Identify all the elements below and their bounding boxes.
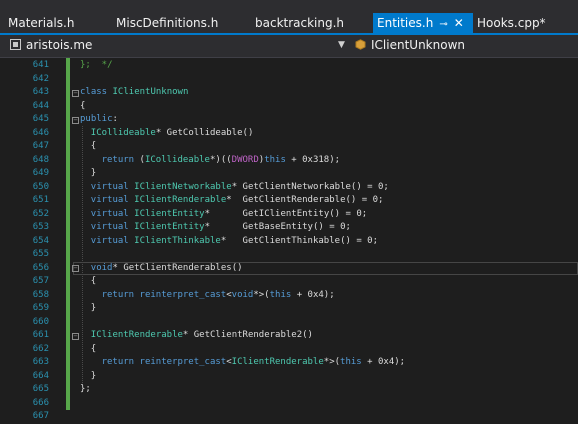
line-number: 646	[32, 127, 49, 138]
code-line[interactable]: {	[91, 140, 96, 154]
line-number: 665	[32, 384, 49, 394]
project-name: aristois.me	[26, 38, 93, 52]
tab-materials-h[interactable]: Materials.h	[8, 13, 74, 33]
code-line[interactable]: public:	[80, 113, 118, 127]
tab-miscdefinitions-h[interactable]: MiscDefinitions.h	[116, 13, 218, 33]
collapse-toggle-icon[interactable]: −	[72, 89, 79, 97]
code-line[interactable]: virtual IClientRenderable* GetClientRend…	[91, 194, 384, 208]
line-number: 644	[32, 100, 49, 111]
tab-label: Hooks.cpp*	[477, 16, 546, 30]
line-number: 642	[32, 73, 49, 84]
navigation-bar: aristois.me ▼ IClientUnknown	[0, 35, 578, 58]
class-icon	[355, 39, 366, 50]
collapse-toggle-icon[interactable]: −	[72, 265, 79, 272]
code-line[interactable]: virtual IClientThinkable* GetClientThink…	[91, 235, 378, 249]
line-number: 657	[32, 276, 49, 286]
line-number: 662	[32, 343, 49, 354]
code-line[interactable]: void* GetClientRenderables()	[91, 262, 243, 276]
line-number: 666	[32, 397, 49, 408]
line-number: 643	[32, 87, 49, 97]
code-line[interactable]: }; */	[80, 59, 113, 73]
line-number: 651	[32, 195, 49, 205]
code-line[interactable]: return (ICollideable*)((DWORD)this + 0x3…	[102, 154, 340, 168]
change-tracking-bar	[66, 58, 70, 410]
code-line[interactable]: IClientRenderable* GetClientRenderable2(…	[91, 329, 313, 343]
pin-icon[interactable]: ⊸	[439, 15, 447, 35]
code-line[interactable]: {	[91, 275, 96, 289]
line-number: 647	[32, 141, 49, 151]
close-icon[interactable]: ✕	[454, 13, 464, 33]
line-number: 658	[32, 289, 49, 300]
line-number: 661	[32, 330, 49, 340]
tab-label: MiscDefinitions.h	[116, 16, 219, 30]
tab-label: Entities.h	[377, 16, 434, 30]
line-number: 641	[32, 60, 49, 70]
tab-backtracking-h[interactable]: backtracking.h	[255, 13, 344, 33]
project-dropdown[interactable]: aristois.me	[10, 36, 340, 55]
tab-label: Materials.h	[8, 16, 75, 30]
code-line[interactable]: return reinterpret_cast<IClientRenderabl…	[102, 356, 406, 370]
line-number: 660	[32, 316, 49, 327]
line-number: 663	[32, 357, 49, 367]
collapse-toggle-icon[interactable]: −	[72, 332, 79, 340]
line-number: 659	[32, 303, 49, 313]
line-number: 649	[32, 168, 49, 178]
code-line[interactable]: {	[80, 100, 85, 114]
scope-dropdown[interactable]: IClientUnknown	[355, 36, 570, 55]
line-number: 652	[32, 208, 49, 219]
code-line[interactable]: }	[91, 302, 96, 316]
code-line[interactable]: class IClientUnknown	[80, 86, 188, 100]
code-line[interactable]: ICollideable* GetCollideable()	[91, 127, 254, 141]
code-line[interactable]: virtual IClientNetworkable* GetClientNet…	[91, 181, 389, 195]
scope-name: IClientUnknown	[371, 38, 465, 52]
code-line[interactable]: return reinterpret_cast<void*>(this + 0x…	[102, 289, 335, 303]
line-number: 648	[32, 154, 49, 165]
document-tab-bar: Materials.h MiscDefinitions.h backtracki…	[0, 0, 578, 33]
line-number: 655	[32, 249, 49, 259]
line-number: 653	[32, 222, 49, 232]
line-number: 667	[32, 411, 49, 421]
code-editor[interactable]: 641}; */642 643− class IClientUnknown 644{6…	[0, 58, 578, 424]
tab-entities-h[interactable]: Entities.h ⊸ ✕	[373, 13, 473, 33]
code-line[interactable]: {	[91, 343, 96, 357]
line-number: 656	[32, 262, 49, 273]
indent-guide	[82, 126, 84, 383]
line-number: 645	[32, 114, 49, 124]
collapse-toggle-icon[interactable]: −	[72, 116, 79, 124]
project-chevron-down-icon[interactable]: ▼	[338, 36, 345, 55]
code-line[interactable]: }	[91, 167, 96, 181]
code-line[interactable]: virtual IClientEntity* GetBaseEntity() =…	[91, 221, 351, 235]
line-number: 650	[32, 181, 49, 192]
tab-hooks-cpp[interactable]: Hooks.cpp*	[477, 13, 546, 33]
project-icon	[10, 39, 21, 50]
tab-label: backtracking.h	[255, 16, 345, 30]
code-line[interactable]: virtual IClientEntity* GetIClientEntity(…	[91, 208, 367, 222]
line-number: 664	[32, 370, 49, 381]
code-line[interactable]: };	[80, 383, 91, 397]
code-line[interactable]: }	[91, 370, 96, 384]
line-number: 654	[32, 235, 49, 246]
